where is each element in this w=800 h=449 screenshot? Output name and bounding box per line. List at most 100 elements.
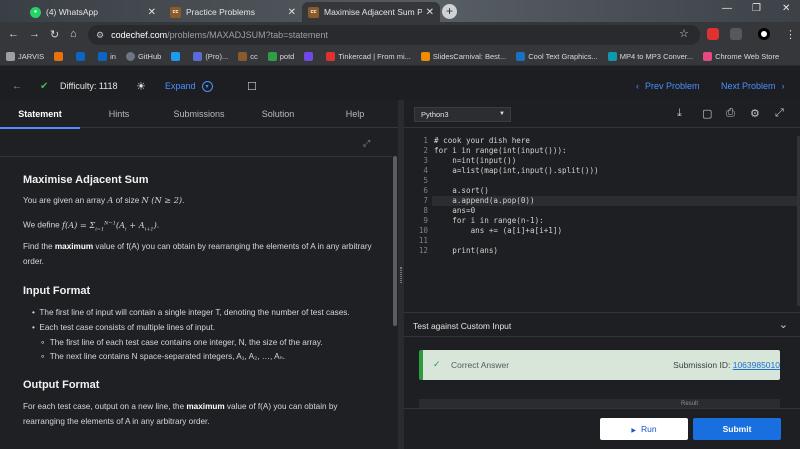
prev-problem-link[interactable]: ‹ Prev Problem (636, 73, 700, 99)
submit-button[interactable]: Submit (693, 418, 781, 440)
close-tab-icon[interactable]: ✕ (148, 7, 156, 18)
fullscreen-icon[interactable]: ⤢ (775, 107, 784, 120)
save-icon[interactable]: ⎙ (726, 107, 735, 120)
line-number: 4 (423, 166, 428, 175)
statement-scrollbar[interactable] (393, 156, 397, 326)
bookmark-icon (6, 52, 15, 61)
bookmark-item[interactable]: (Pro)... (193, 52, 228, 61)
reload-icon[interactable]: ↻ (50, 28, 59, 41)
bookmark-icon (607, 52, 617, 61)
settings-gear-icon[interactable]: ⚙ (750, 107, 760, 120)
code-line[interactable]: a=list(map(int,input().split())) (434, 166, 598, 175)
problem-panel: Statement Hints Submissions Solution Hel… (0, 100, 398, 449)
code-line[interactable]: for i in range(int(input())): (434, 146, 567, 155)
drag-handle-icon[interactable] (400, 267, 402, 283)
back-arrow-icon[interactable]: ← (12, 73, 22, 99)
bookmark-item[interactable] (76, 52, 88, 61)
tab-statement[interactable]: Statement (0, 100, 80, 129)
bookmark-star-icon[interactable]: ☆ (679, 27, 689, 40)
minimize-icon[interactable]: — (722, 3, 732, 14)
code-line[interactable]: a.append(a.pop(0)) (434, 196, 534, 205)
bookmark-item[interactable]: SlidesCarnival: Best... (420, 52, 506, 61)
download-icon[interactable]: ⤓ (677, 107, 682, 120)
theme-sun-icon[interactable]: ☀ (136, 73, 146, 99)
comment-icon[interactable]: ▢ (702, 107, 712, 120)
code-line[interactable]: ans=0 (434, 206, 475, 215)
browser-tab-active[interactable]: cc Maximise Adjacent Sum Practic ✕ (302, 2, 440, 22)
back-icon[interactable]: ← (8, 28, 19, 40)
line-number: 6 (423, 186, 428, 195)
tab-solution[interactable]: Solution (248, 100, 308, 128)
next-problem-link[interactable]: Next Problem › (721, 73, 785, 99)
linkedin-icon (98, 52, 108, 61)
restore-icon[interactable]: ❐ (752, 3, 761, 14)
codechef-icon: cc (308, 6, 319, 18)
menu-dots-icon[interactable]: ⋮ (785, 28, 796, 41)
profile-avatar[interactable] (758, 28, 770, 40)
github-icon (125, 52, 135, 61)
bookmark-item[interactable]: JARVIS (6, 52, 44, 61)
custom-input-toggle[interactable]: Test against Custom Input ⌄ (404, 312, 800, 337)
line-number: 7 (423, 196, 428, 205)
fullscreen-icon[interactable]: ⤢ (363, 138, 370, 149)
language-select[interactable]: Python3 ▼ (414, 107, 511, 122)
close-window-icon[interactable]: ✕ (782, 3, 790, 14)
editor-toolbar: Python3 ▼ ⤓ ▢ ⎙ ⚙ ⤢ (404, 100, 800, 128)
code-editor[interactable]: 1 # cook your dish here 2 for i in range(in… (404, 136, 800, 309)
code-line[interactable]: # cook your dish here (434, 136, 530, 145)
bookmark-item[interactable] (304, 52, 316, 61)
bookmark-icon (516, 52, 526, 61)
bookmark-item[interactable]: in (98, 52, 116, 61)
code-line[interactable]: print(ans) (434, 246, 498, 255)
puzzle-extensions-icon[interactable] (730, 28, 742, 40)
bookmark-item[interactable]: cc (238, 52, 258, 61)
chevron-left-icon: ‹ (636, 81, 639, 91)
run-button[interactable]: ▶ Run (600, 418, 688, 440)
browser-tab-practice[interactable]: cc Practice Problems ✕ (164, 2, 302, 22)
site-info-icon[interactable]: ⚙ (96, 30, 104, 41)
problem-statement: Maximise Adjacent Sum You are given an a… (0, 156, 392, 449)
submission-id-link[interactable]: 1063985010 (733, 360, 780, 370)
code-line[interactable]: a.sort() (434, 186, 489, 195)
codechef-icon: cc (170, 6, 181, 18)
editor-panel: Python3 ▼ ⤓ ▢ ⎙ ⚙ ⤢ 1 # cook your dish he… (404, 100, 800, 449)
play-icon: ▶ (631, 428, 637, 434)
code-line[interactable]: n=int(input()) (434, 156, 516, 165)
line-number: 3 (423, 156, 428, 165)
new-tab-button[interactable]: + (442, 4, 457, 19)
bookmark-item[interactable] (171, 52, 183, 61)
chevron-down-icon: ▾ (201, 80, 213, 92)
bookmark-item[interactable]: MP4 to MP3 Conver... (607, 52, 693, 61)
bookmark-item[interactable]: Chrome Web Store (703, 52, 779, 61)
expand-dropdown[interactable]: Expand ▾ (165, 73, 213, 99)
task-text: Find the maximum value of f(A) you can o… (23, 242, 372, 266)
tab-help[interactable]: Help (328, 100, 382, 128)
code-line[interactable]: for i in range(n-1): (434, 216, 543, 225)
bookmark-item[interactable]: GitHub (125, 52, 161, 61)
tab-submissions[interactable]: Submissions (162, 100, 236, 128)
extension-icon[interactable] (707, 28, 719, 40)
close-tab-icon[interactable]: ✕ (288, 7, 296, 18)
close-tab-icon[interactable]: ✕ (426, 7, 434, 18)
twitter-icon (171, 52, 181, 61)
bookmark-icon[interactable]: ☐ (247, 73, 257, 99)
code-line[interactable]: ans += (a[i]+a[i+1]) (434, 226, 562, 235)
home-icon[interactable]: ⌂ (70, 28, 77, 40)
browser-tab-whatsapp[interactable]: ● (4) WhatsApp ✕ (24, 2, 162, 22)
bookmark-item[interactable] (54, 52, 66, 61)
check-icon: ✔ (40, 80, 49, 92)
tab-hints[interactable]: Hints (88, 100, 150, 128)
problem-header: ← ✔ Difficulty: 1118 ☀ Expand ▾ ☐ ‹ Prev P… (0, 73, 800, 99)
bookmark-item[interactable]: potd (267, 52, 294, 61)
url-bar[interactable]: ⚙ codechef.com/problems/MAXADJSUM?tab=st… (88, 25, 700, 45)
line-number: 11 (418, 236, 428, 245)
bookmark-item[interactable]: Tinkercad | From mi... (326, 52, 411, 61)
bookmark-item[interactable]: Cool Text Graphics... (516, 52, 598, 61)
forward-icon[interactable]: → (29, 28, 40, 40)
input-item: • Each test case consists of multiple li… (32, 323, 216, 332)
difficulty-label: Difficulty: 1118 (60, 81, 118, 91)
problem-tabs: Statement Hints Submissions Solution Hel… (0, 100, 398, 129)
result-banner: ✓ Correct Answer Submission ID: 10639850… (419, 350, 780, 380)
intro-text: You are given an array A of size N (N ≥ … (23, 195, 185, 205)
input-format-heading: Input Format (23, 285, 91, 297)
